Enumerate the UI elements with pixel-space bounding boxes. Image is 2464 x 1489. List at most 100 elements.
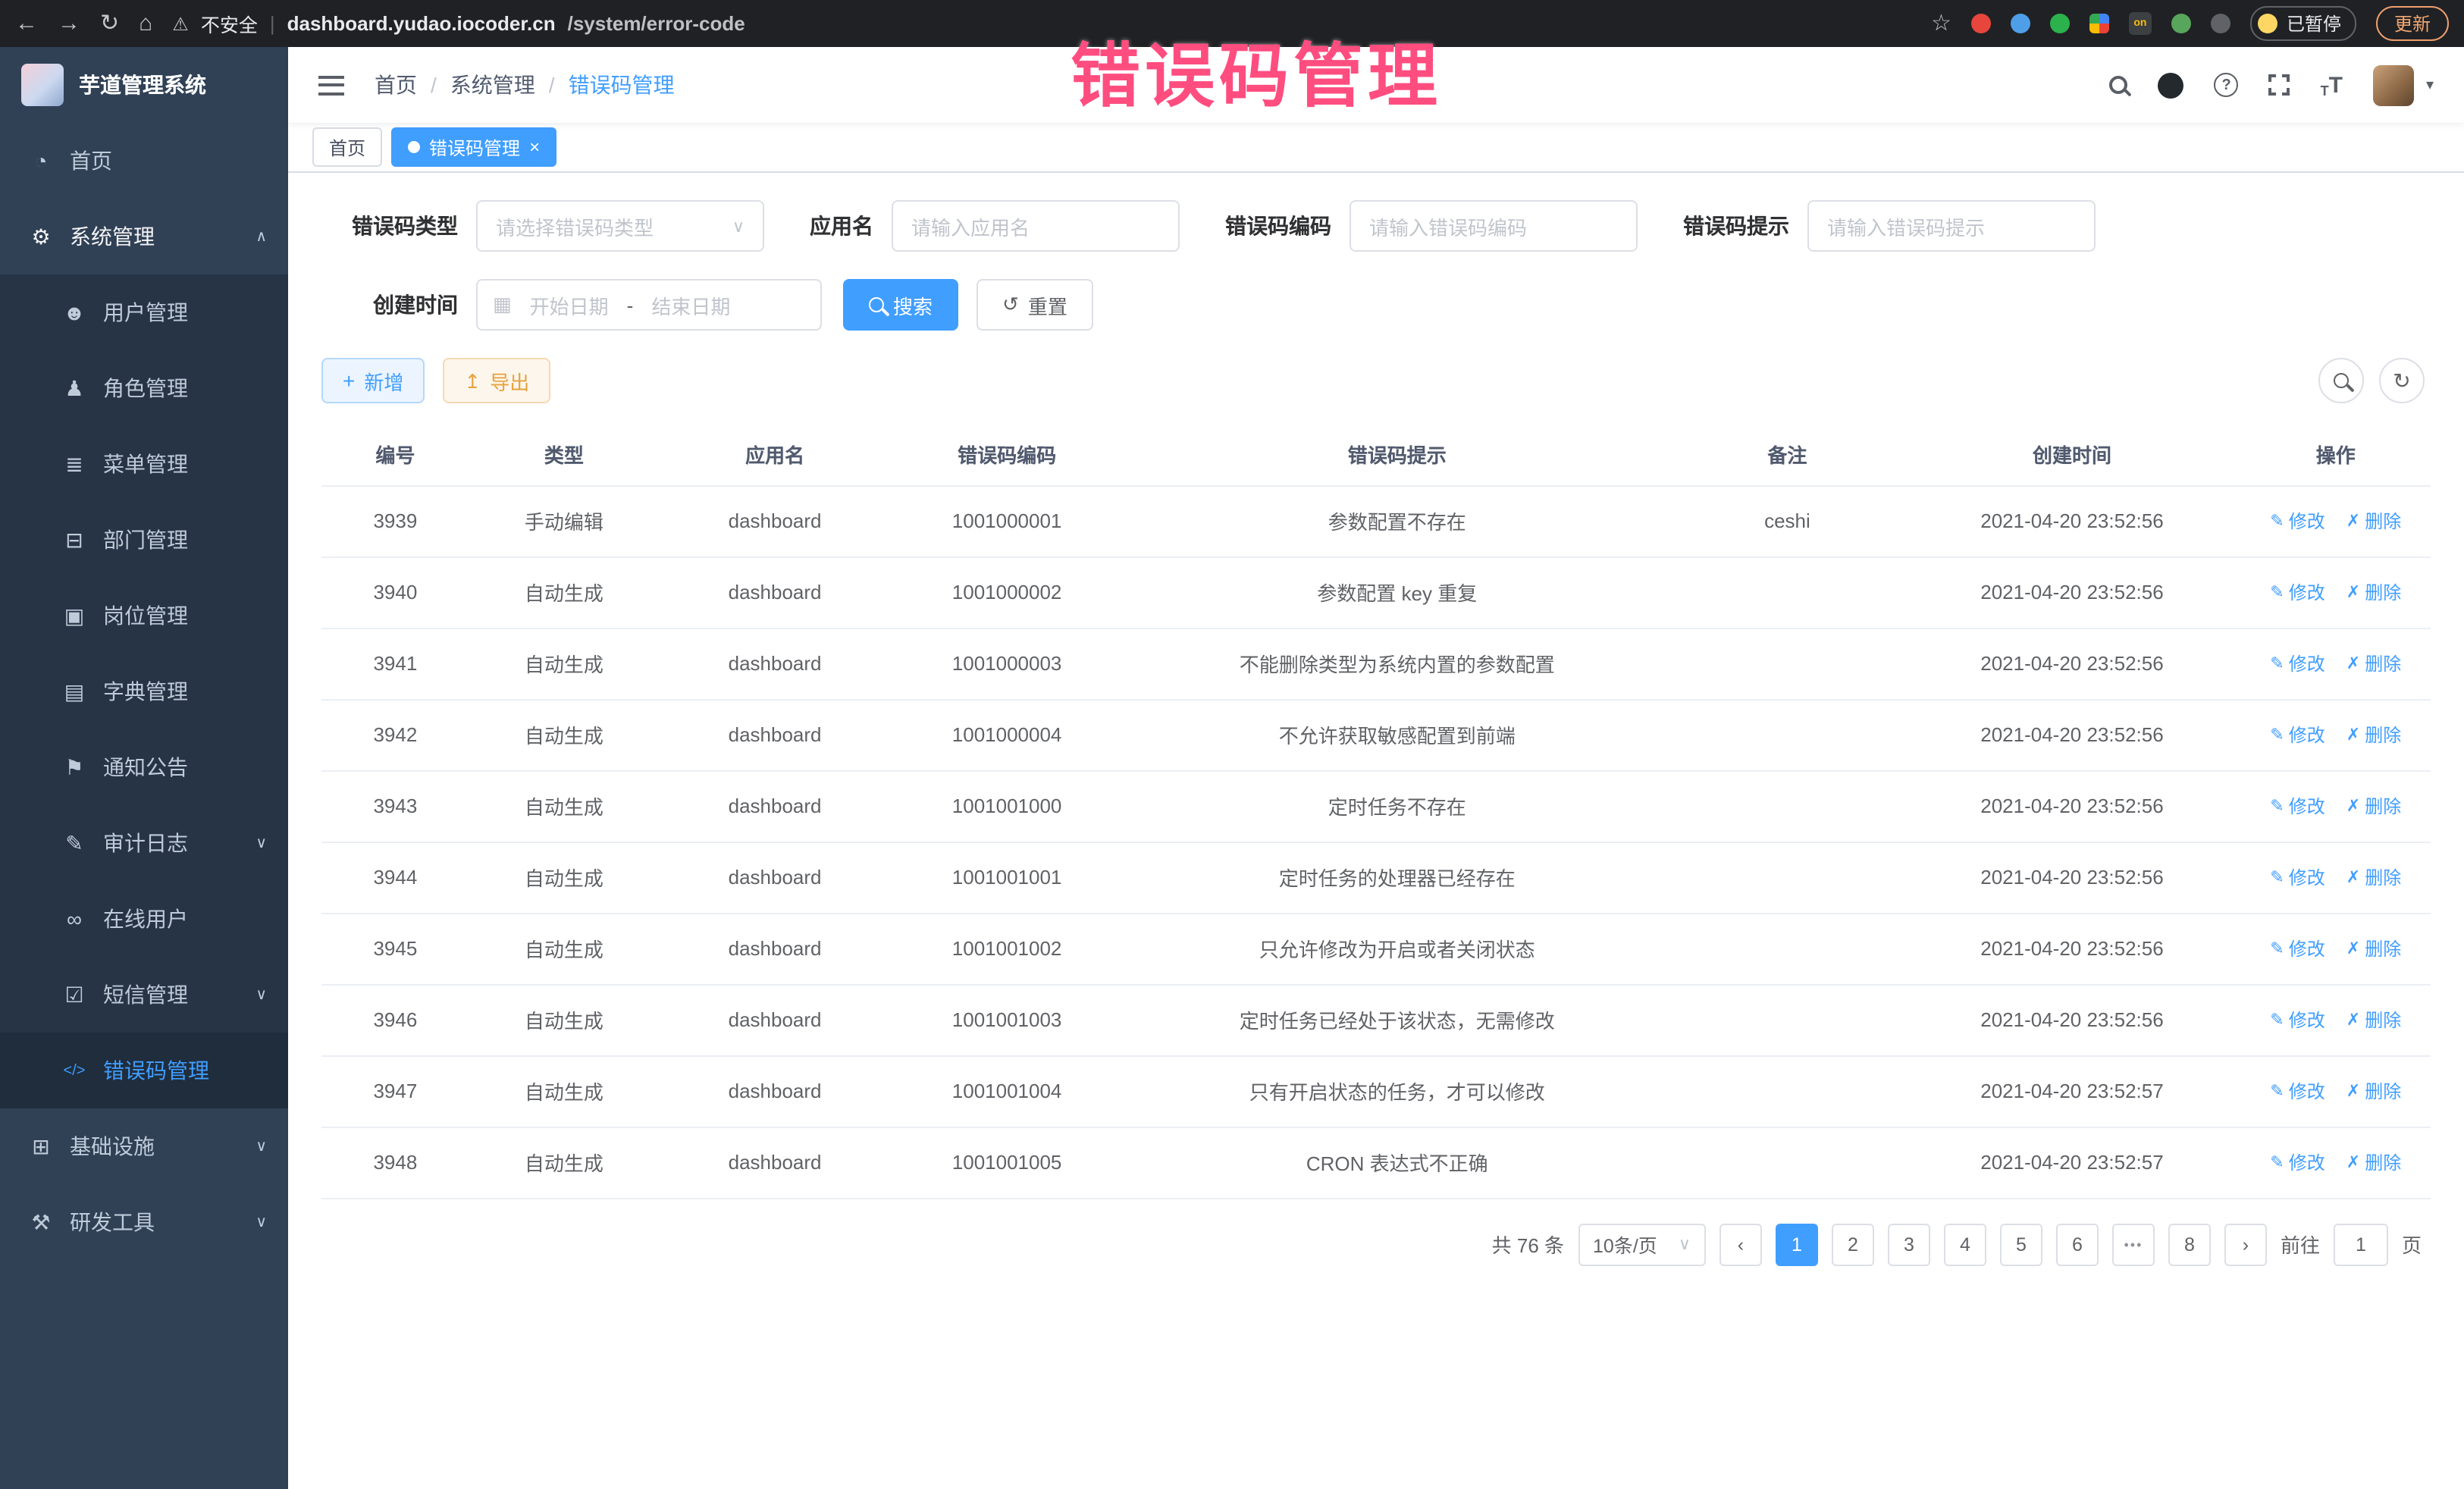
back-icon[interactable]: ← <box>15 12 38 35</box>
page-button[interactable]: 5 <box>2000 1223 2042 1265</box>
delete-link[interactable]: ✗删除 <box>2346 1149 2401 1175</box>
font-size-icon[interactable]: TT <box>2321 72 2343 98</box>
app-title: 芋道管理系统 <box>79 70 206 100</box>
extension-green-icon[interactable] <box>2050 14 2070 33</box>
page-button[interactable]: 8 <box>2168 1223 2211 1265</box>
sidebar-item-system[interactable]: ⚙系统管理∧ <box>0 199 288 274</box>
sidebar-item-audit-log[interactable]: ✎审计日志∨ <box>0 805 288 881</box>
app-logo[interactable]: 芋道管理系统 <box>0 47 288 123</box>
app-name-input[interactable]: 请输入应用名 <box>892 200 1180 252</box>
sidebar-item-online-user[interactable]: ∞在线用户 <box>0 881 288 957</box>
sidebar-item-dept[interactable]: ⊟部门管理 <box>0 502 288 578</box>
extension-red-icon[interactable] <box>1971 14 1991 33</box>
browser-update-button[interactable]: 更新 <box>2376 6 2449 41</box>
page-button[interactable]: 1 <box>1776 1223 1818 1265</box>
cell-actions: ✎修改 ✗删除 <box>2241 770 2431 842</box>
user-avatar[interactable] <box>2373 64 2414 105</box>
delete-link[interactable]: ✗删除 <box>2346 793 2401 819</box>
sidebar-item-user[interactable]: ☻用户管理 <box>0 274 288 350</box>
edit-link[interactable]: ✎修改 <box>2270 793 2324 819</box>
goto-page-input[interactable]: 1 <box>2334 1223 2388 1265</box>
delete-link[interactable]: ✗删除 <box>2346 508 2401 534</box>
next-page-button[interactable]: › <box>2224 1223 2267 1265</box>
help-icon[interactable]: ? <box>2215 73 2239 97</box>
reset-button[interactable]: ↺ 重置 <box>977 279 1093 331</box>
breadcrumb-item[interactable]: 首页 <box>375 70 417 100</box>
delete-link[interactable]: ✗删除 <box>2346 1007 2401 1033</box>
prev-page-button[interactable]: ‹ <box>1719 1223 1762 1265</box>
tab-close-icon[interactable]: × <box>529 138 540 156</box>
column-header: 类型 <box>469 425 659 485</box>
edit-link[interactable]: ✎修改 <box>2270 1149 2324 1175</box>
error-code-input[interactable]: 请输入错误码编码 <box>1350 200 1638 252</box>
sidebar-item-notice[interactable]: ⚑通知公告 <box>0 729 288 805</box>
edit-link[interactable]: ✎修改 <box>2270 1078 2324 1104</box>
delete-link[interactable]: ✗删除 <box>2346 722 2401 748</box>
sidebar-item-devtool[interactable]: ⚒研发工具∨ <box>0 1184 288 1260</box>
date-range-input[interactable]: ▦ 开始日期 - 结束日期 <box>476 279 822 331</box>
bookmark-star-icon[interactable]: ☆ <box>1931 12 1951 35</box>
page-button[interactable]: 6 <box>2056 1223 2099 1265</box>
delete-link[interactable]: ✗删除 <box>2346 579 2401 605</box>
sidebar-item-infra[interactable]: ⊞基础设施∨ <box>0 1108 288 1184</box>
extension-blue-icon[interactable] <box>2011 14 2030 33</box>
page-button[interactable]: 3 <box>1888 1223 1930 1265</box>
edit-link[interactable]: ✎修改 <box>2270 1007 2324 1033</box>
delete-link[interactable]: ✗删除 <box>2346 1078 2401 1104</box>
cell-code: 1001001005 <box>891 1127 1123 1198</box>
delete-icon: ✗ <box>2346 582 2360 602</box>
extension-grid-icon[interactable] <box>2089 14 2109 33</box>
tab-错误码管理[interactable]: 错误码管理× <box>391 127 556 167</box>
chevron-down-icon[interactable]: ▾ <box>2426 77 2434 93</box>
page-button[interactable]: 2 <box>1832 1223 1874 1265</box>
refresh-button[interactable]: ↻ <box>2379 358 2425 403</box>
error-hint-placeholder: 请输入错误码提示 <box>1827 212 1985 240</box>
edit-link[interactable]: ✎修改 <box>2270 936 2324 961</box>
error-type-select[interactable]: 请选择错误码类型 ∨ <box>476 200 764 252</box>
error-hint-input[interactable]: 请输入错误码提示 <box>1807 200 2096 252</box>
address-bar[interactable]: ⚠ 不安全 | dashboard.yudao.iocoder.cn/syste… <box>172 9 1951 38</box>
sidebar-item-home[interactable]: ◔首页 <box>0 123 288 199</box>
edit-link[interactable]: ✎修改 <box>2270 650 2324 676</box>
extension-leaf-icon[interactable] <box>2171 14 2191 33</box>
edit-link[interactable]: ✎修改 <box>2270 722 2324 748</box>
search-icon[interactable] <box>2110 76 2128 94</box>
page-size-select[interactable]: 10条/页 ∨ <box>1578 1223 1706 1265</box>
page-button[interactable]: 4 <box>1944 1223 1986 1265</box>
edit-link[interactable]: ✎修改 <box>2270 864 2324 890</box>
page-ellipsis[interactable]: ••• <box>2112 1223 2155 1265</box>
cell-time: 2021-04-20 23:52:56 <box>1903 485 2240 556</box>
github-icon[interactable] <box>2158 72 2184 98</box>
home-icon[interactable]: ⌂ <box>139 12 152 35</box>
sidebar-item-sms[interactable]: ☑短信管理∨ <box>0 957 288 1033</box>
collapse-menu-icon[interactable] <box>318 75 344 95</box>
toggle-search-button[interactable] <box>2318 358 2364 403</box>
export-button[interactable]: ↥ 导出 <box>443 358 550 403</box>
cell-app: dashboard <box>659 984 891 1055</box>
search-button[interactable]: 搜索 <box>843 279 958 331</box>
paused-label: 已暂停 <box>2287 11 2341 36</box>
sidebar-item-error-code[interactable]: </>错误码管理 <box>0 1033 288 1108</box>
add-button[interactable]: + 新增 <box>321 358 425 403</box>
sidebar-item-post[interactable]: ▣岗位管理 <box>0 578 288 654</box>
sidebar-item-role[interactable]: ♟角色管理 <box>0 350 288 426</box>
column-header: 备注 <box>1671 425 1903 485</box>
profile-paused-badge[interactable]: 已暂停 <box>2250 6 2356 41</box>
sidebar-item-menu[interactable]: ≣菜单管理 <box>0 426 288 502</box>
edit-link[interactable]: ✎修改 <box>2270 508 2324 534</box>
delete-link[interactable]: ✗删除 <box>2346 936 2401 961</box>
delete-link[interactable]: ✗删除 <box>2346 650 2401 676</box>
dept-icon: ⊟ <box>61 527 88 553</box>
reload-icon[interactable]: ↻ <box>100 12 119 35</box>
fullscreen-icon[interactable] <box>2269 74 2290 96</box>
edit-link[interactable]: ✎修改 <box>2270 579 2324 605</box>
extension-puzzle-icon[interactable] <box>2211 14 2230 33</box>
breadcrumb-item[interactable]: 系统管理 <box>450 70 535 100</box>
cell-code: 1001001000 <box>891 770 1123 842</box>
forward-icon[interactable]: → <box>58 12 80 35</box>
delete-link[interactable]: ✗删除 <box>2346 864 2401 890</box>
tab-首页[interactable]: 首页 <box>312 127 382 167</box>
sidebar-item-dict[interactable]: ▤字典管理 <box>0 654 288 729</box>
url-path: /system/error-code <box>568 12 745 35</box>
extension-on-badge-icon[interactable]: on <box>2129 12 2152 35</box>
